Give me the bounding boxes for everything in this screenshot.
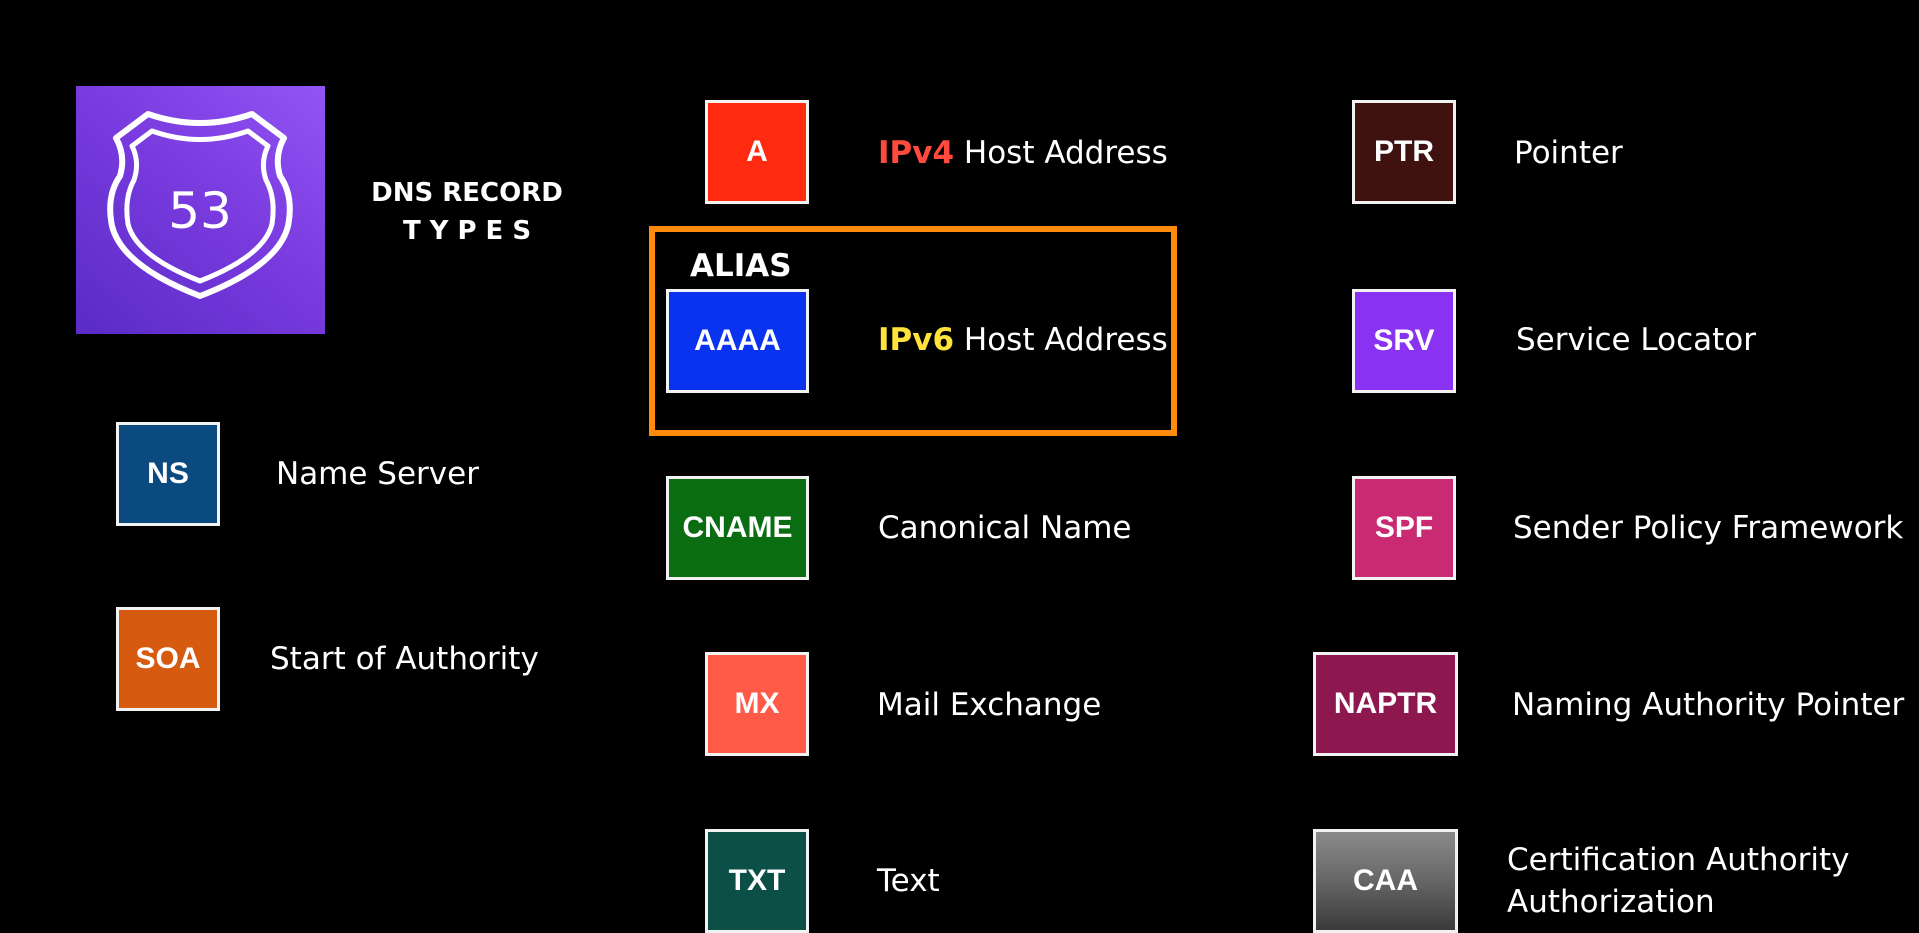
label-ptr: Pointer	[1514, 135, 1623, 171]
label-spf: Sender Policy Framework	[1513, 510, 1904, 546]
badge-soa: SOA	[116, 607, 220, 711]
badge-srv-text: SRV	[1373, 324, 1435, 357]
badge-ns-text: NS	[147, 457, 189, 490]
badge-naptr-text: NAPTR	[1333, 687, 1438, 720]
badge-txt: TXT	[705, 829, 809, 933]
label-caa-line1: Certification Authority	[1507, 842, 1850, 878]
label-aaaa-text: Host Address	[954, 322, 1168, 358]
highlight-ipv4: IPv4	[878, 135, 955, 171]
badge-cname: CNAME	[666, 476, 809, 580]
label-naptr: Naming Authority Pointer	[1512, 687, 1905, 723]
badge-naptr: NAPTR	[1313, 652, 1458, 756]
badge-caa: CAA	[1313, 829, 1458, 933]
label-cname: Canonical Name	[878, 510, 1132, 546]
badge-aaaa-text: AAAA	[694, 324, 781, 357]
label-caa: Certification Authority Authorization	[1507, 839, 1850, 923]
label-aaaa: IPv6 Host Address	[878, 320, 1168, 360]
label-a-text: Host Address	[954, 135, 1168, 171]
label-ns: Name Server	[276, 456, 479, 492]
title-main: DNS RECORD	[371, 178, 563, 208]
page-title: DNS RECORD TYPES	[352, 174, 582, 250]
badge-spf-text: SPF	[1374, 511, 1434, 544]
badge-soa-text: SOA	[135, 642, 201, 675]
badge-ns: NS	[116, 422, 220, 526]
badge-ptr: PTR	[1352, 100, 1456, 204]
label-soa: Start of Authority	[270, 641, 539, 677]
badge-txt-text: TXT	[728, 864, 786, 897]
label-txt: Text	[877, 863, 940, 899]
label-mx: Mail Exchange	[877, 687, 1102, 723]
shield-icon: 53	[107, 111, 293, 299]
label-srv: Service Locator	[1516, 322, 1757, 358]
badge-a: A	[705, 100, 809, 204]
route53-logo: 53	[76, 86, 325, 334]
badge-srv: SRV	[1352, 289, 1456, 393]
title-sub: TYPES	[402, 216, 541, 246]
badge-aaaa: AAAA	[666, 289, 809, 393]
badge-cname-text: CNAME	[682, 511, 793, 544]
highlight-ipv6: IPv6	[878, 322, 955, 358]
badge-spf: SPF	[1352, 476, 1456, 580]
badge-mx-text: MX	[734, 687, 780, 720]
alias-label: ALIAS	[690, 248, 792, 284]
logo-number: 53	[168, 182, 232, 240]
label-caa-line2: Authorization	[1507, 884, 1715, 920]
badge-caa-text: CAA	[1353, 864, 1418, 897]
badge-a-text: A	[746, 135, 768, 168]
badge-mx: MX	[705, 652, 809, 756]
badge-ptr-text: PTR	[1374, 135, 1434, 168]
label-a: IPv4 Host Address	[878, 133, 1168, 173]
